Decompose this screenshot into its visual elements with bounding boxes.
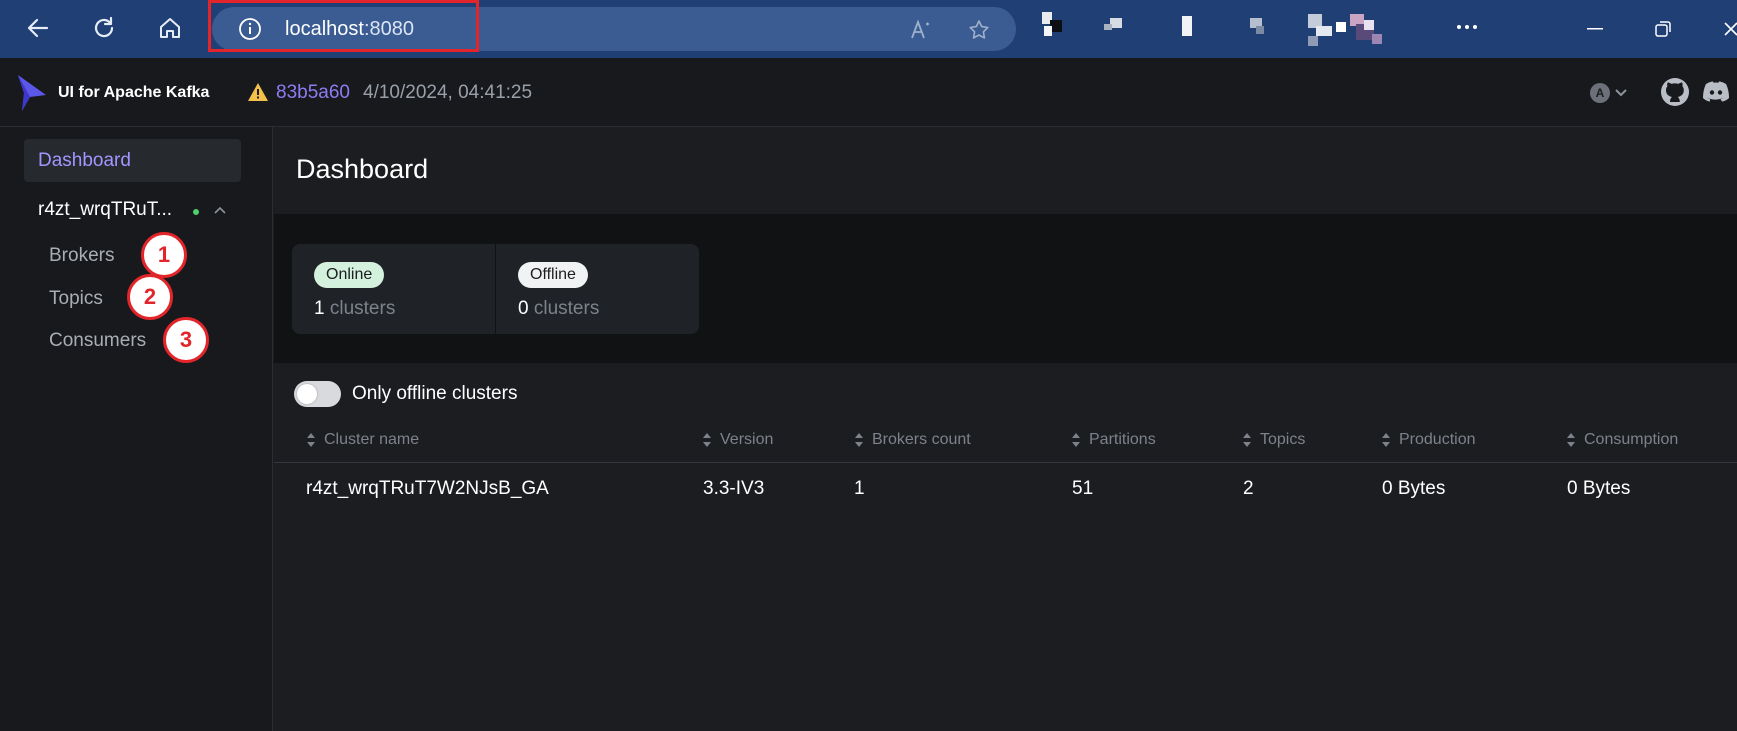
app-header: UI for Apache Kafka 83b5a60 4/10/2024, 0… (0, 58, 1737, 127)
table-header: Cluster name Version Brokers count Parti… (274, 423, 1737, 463)
cell-consumption: 0 Bytes (1567, 478, 1631, 499)
minimize-icon[interactable] (1580, 14, 1610, 44)
column-label: Consumption (1584, 431, 1679, 448)
column-label: Brokers count (872, 431, 971, 448)
annotation-badge: 2 (127, 274, 173, 320)
sort-icon (307, 433, 315, 447)
warning-icon (248, 83, 268, 101)
online-count: 1 clusters (314, 298, 395, 320)
user-menu[interactable]: A (1590, 82, 1634, 104)
column-header-version[interactable]: Version (702, 431, 773, 449)
cell-partitions: 51 (1072, 478, 1094, 499)
refresh-icon[interactable] (86, 10, 122, 46)
extension-icons[interactable] (1040, 10, 1440, 46)
kafka-logo-icon[interactable] (16, 73, 48, 113)
sort-icon (1243, 433, 1251, 447)
column-label: Topics (1260, 431, 1306, 448)
column-label: Cluster name (324, 431, 420, 448)
annotation-badge: 3 (163, 317, 209, 363)
toggle-label: Only offline clusters (352, 383, 518, 404)
more-options-icon[interactable] (1452, 12, 1482, 42)
sidebar-item-topics[interactable]: Topics (49, 288, 103, 310)
close-icon[interactable] (1716, 14, 1737, 44)
cell-brokers-count: 1 (854, 478, 865, 499)
online-badge: Online (314, 262, 385, 288)
browser-toolbar: localhost:8080 (0, 0, 1737, 58)
sort-icon (703, 433, 711, 447)
table-row[interactable]: r4zt_wrqTRuT7W2NJsB_GA 3.3-IV3 1 51 2 0 … (274, 464, 1737, 514)
discord-icon[interactable] (1700, 76, 1732, 108)
sort-icon (1567, 433, 1575, 447)
annotation-badge: 1 (141, 232, 187, 278)
column-label: Version (720, 431, 774, 448)
cell-topics: 2 (1243, 478, 1254, 499)
home-icon[interactable] (152, 10, 188, 46)
cluster-name: r4zt_wrqTRuT... (38, 199, 173, 220)
online-stat-card: Online 1 clusters (292, 244, 495, 334)
sidebar-item-label: Dashboard (38, 150, 131, 171)
sidebar-cluster-toggle[interactable]: r4zt_wrqTRuT... (38, 199, 238, 225)
sidebar-item-dashboard[interactable]: Dashboard (24, 139, 241, 182)
column-label: Production (1399, 431, 1476, 448)
cell-production: 0 Bytes (1382, 478, 1446, 499)
only-offline-toggle[interactable] (294, 381, 341, 407)
sidebar: Dashboard r4zt_wrqTRuT... Brokers Topics… (0, 127, 273, 731)
column-header-topics[interactable]: Topics (1242, 431, 1305, 449)
read-aloud-icon[interactable] (908, 17, 934, 43)
annotation-url-box (208, 0, 479, 52)
cluster-stats: Online 1 clusters Offline 0 clusters (274, 214, 1737, 363)
page-title: Dashboard (296, 154, 429, 184)
chevron-up-icon (214, 206, 226, 214)
offline-badge: Offline (518, 262, 588, 288)
stat-unit: clusters (533, 298, 600, 319)
column-header-production[interactable]: Production (1381, 431, 1476, 449)
app-title[interactable]: UI for Apache Kafka (58, 84, 209, 102)
column-header-partitions[interactable]: Partitions (1071, 431, 1156, 449)
stat-unit: clusters (329, 298, 396, 319)
cell-version: 3.3-IV3 (703, 478, 765, 499)
cluster-status-dot (193, 209, 199, 215)
sort-icon (855, 433, 863, 447)
version-date: 4/10/2024, 04:41:25 (363, 82, 533, 103)
stat-number: 0 (518, 298, 529, 319)
github-icon[interactable] (1659, 76, 1691, 108)
main-content: Dashboard Online 1 clusters Offline 0 cl… (274, 127, 1737, 731)
cell-cluster-name[interactable]: r4zt_wrqTRuT7W2NJsB_GA (306, 478, 549, 500)
sidebar-item-brokers[interactable]: Brokers (49, 245, 114, 267)
back-icon[interactable] (20, 10, 56, 46)
sort-icon (1072, 433, 1080, 447)
column-header-consumption[interactable]: Consumption (1566, 431, 1678, 449)
sort-icon (1382, 433, 1390, 447)
column-header-brokers-count[interactable]: Brokers count (854, 431, 971, 449)
favorite-star-icon[interactable] (966, 17, 992, 43)
restore-icon[interactable] (1648, 14, 1678, 44)
offline-filter: Only offline clusters (294, 380, 517, 408)
stat-number: 1 (314, 298, 325, 319)
offline-count: 0 clusters (518, 298, 599, 320)
column-header-cluster-name[interactable]: Cluster name (306, 431, 419, 449)
offline-stat-card: Offline 0 clusters (496, 244, 699, 334)
version-hash-link[interactable]: 83b5a60 (276, 82, 350, 104)
sidebar-item-consumers[interactable]: Consumers (49, 330, 146, 352)
column-label: Partitions (1089, 431, 1156, 448)
chevron-down-icon (1615, 89, 1627, 97)
avatar: A (1590, 83, 1610, 103)
